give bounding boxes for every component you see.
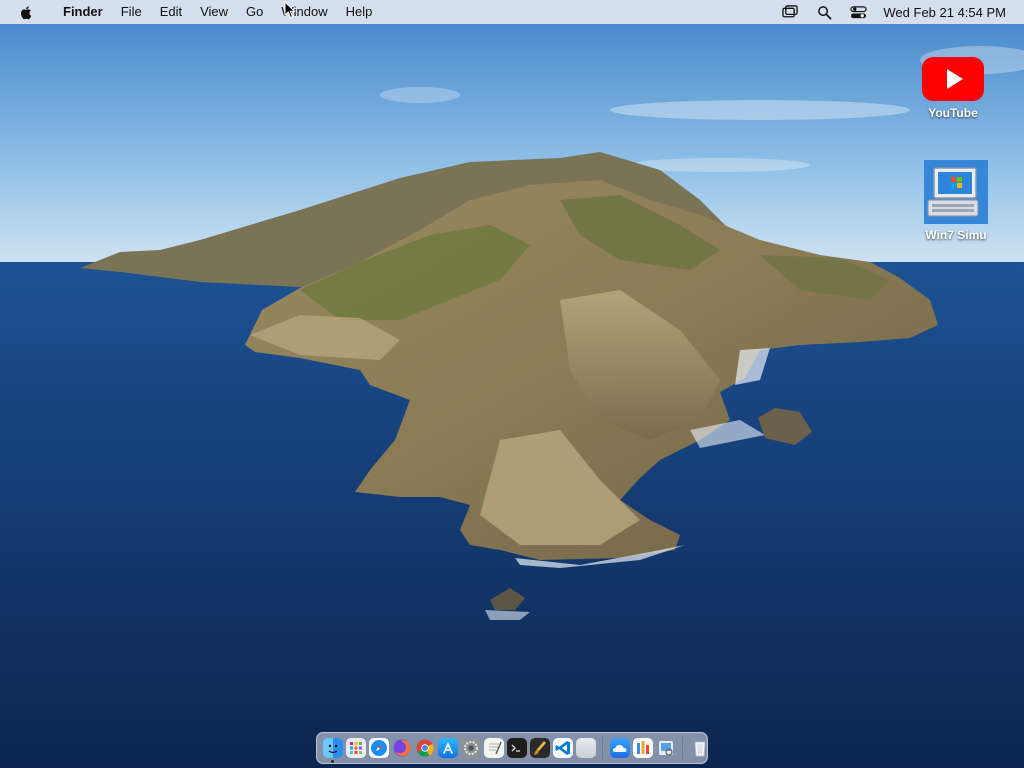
bars-app-icon[interactable] [632, 738, 653, 758]
terminal-icon[interactable] [506, 738, 527, 758]
menu-bar: Finder File Edit View Go Window Help Wed… [0, 0, 1024, 24]
control-center-icon[interactable] [849, 4, 867, 20]
brush-app-icon[interactable] [529, 738, 550, 758]
screen-mirroring-icon[interactable] [781, 4, 799, 20]
menu-bar-clock[interactable]: Wed Feb 21 4:54 PM [883, 5, 1006, 20]
dock-separator [682, 737, 683, 759]
preview-icon[interactable] [656, 738, 676, 758]
mouse-cursor-icon [284, 1, 296, 19]
generic-app-icon[interactable] [575, 738, 596, 758]
apple-menu-icon[interactable] [19, 4, 35, 20]
system-preferences-icon[interactable] [460, 738, 481, 758]
menu-go[interactable]: Go [237, 0, 272, 24]
menu-edit[interactable]: Edit [151, 0, 191, 24]
textedit-icon[interactable] [483, 738, 504, 758]
menu-view[interactable]: View [191, 0, 237, 24]
launchpad-icon[interactable] [345, 738, 366, 758]
vscode-icon[interactable] [552, 738, 573, 758]
running-indicator [330, 760, 334, 763]
dock-separator [602, 737, 603, 759]
menu-file[interactable]: File [112, 0, 151, 24]
firefox-icon[interactable] [392, 738, 412, 758]
finder-icon[interactable] [322, 738, 343, 763]
dock [316, 732, 708, 764]
desktop-icon-win7-simu[interactable]: Win7 Simu [916, 160, 996, 242]
desktop-icon-youtube[interactable]: YouTube [913, 56, 993, 120]
desktop-icon-label: Win7 Simu [925, 228, 987, 242]
desktop-wallpaper [0, 0, 1024, 768]
desktop-icon-label: YouTube [928, 106, 978, 120]
desktop-screen: Finder File Edit View Go Window Help Wed… [0, 0, 1024, 768]
win7-simulator-icon [924, 160, 988, 224]
safari-icon[interactable] [368, 738, 389, 758]
app-store-icon[interactable] [437, 738, 458, 758]
menu-app-finder[interactable]: Finder [54, 0, 112, 24]
weather-icon[interactable] [609, 738, 630, 758]
chrome-icon[interactable] [415, 738, 435, 758]
spotlight-search-icon[interactable] [815, 4, 833, 20]
trash-icon[interactable] [690, 738, 710, 758]
menu-window[interactable]: Window [272, 0, 336, 24]
youtube-icon [921, 56, 985, 102]
menu-bar-status-area: Wed Feb 21 4:54 PM [773, 0, 1006, 24]
menu-help[interactable]: Help [337, 0, 382, 24]
